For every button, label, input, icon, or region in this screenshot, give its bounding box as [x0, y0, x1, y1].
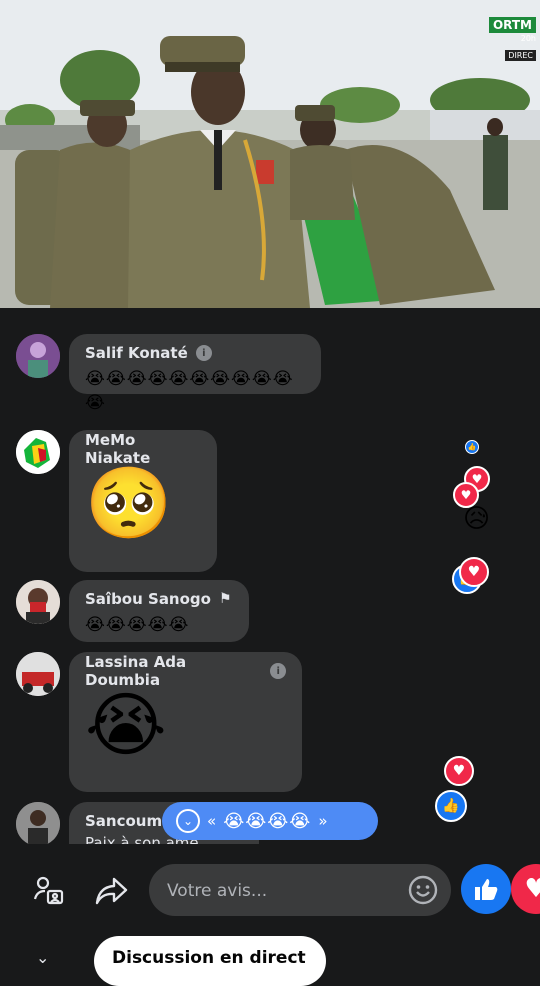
mali-map-avatar — [16, 430, 60, 474]
info-icon[interactable]: i — [270, 663, 286, 679]
live-badge: DIREC — [505, 50, 536, 61]
avatar-image — [16, 580, 60, 624]
avatar[interactable] — [16, 334, 60, 378]
share-profile-icon[interactable] — [32, 874, 66, 908]
comment-text: 😭😭😭😭😭 — [85, 615, 190, 635]
comment-bubble[interactable]: Salif Konaté i 😭😭😭😭😭😭😭😭😭😭😭 — [69, 334, 321, 413]
avatar[interactable] — [16, 430, 60, 474]
comment-text: 😭😭😭😭😭😭😭😭😭😭😭 — [85, 369, 294, 413]
love-button[interactable]: ♥ — [511, 864, 540, 914]
heart-reaction-icon: ♥ — [459, 557, 489, 587]
avatar[interactable] — [16, 580, 60, 624]
chevron-down-icon[interactable]: ⌄ — [36, 948, 49, 967]
thumbs-up-icon — [475, 879, 498, 900]
comment-author[interactable]: Sancoum — [85, 812, 162, 830]
video-frame — [0, 0, 540, 308]
flag-icon[interactable]: ⚑ — [219, 591, 232, 607]
live-video[interactable]: ORTM 20h DIREC — [0, 0, 540, 308]
emoji-picker-icon[interactable] — [407, 874, 439, 906]
avatar-image — [16, 334, 60, 378]
comments-list[interactable]: Salif Konaté i 😭😭😭😭😭😭😭😭😭😭😭 MeMo Niakate … — [0, 308, 540, 844]
pill-right-arrows: » — [318, 812, 328, 830]
pill-left-arrows: « — [207, 812, 217, 830]
like-reaction-icon: 👍 — [465, 440, 479, 454]
comment-author[interactable]: Saîbou Sanogo — [85, 590, 211, 608]
channel-logo: ORTM — [488, 17, 536, 33]
new-comments-pill[interactable]: ⌄ « 😭😭😭😭 » — [162, 802, 378, 840]
chevron-down-icon[interactable]: ⌄ — [176, 809, 200, 833]
comment-bubble[interactable]: MeMo Niakate 🥺 — [69, 430, 217, 572]
avatar[interactable] — [16, 802, 60, 844]
bottom-bar: ♥ ⌄ Discussion en direct — [0, 844, 540, 986]
sticker-emoji: 🥺 — [85, 462, 173, 544]
comment-bubble[interactable]: Saîbou Sanogo ⚑ 😭😭😭😭😭 — [69, 580, 249, 642]
heart-icon: ♥ — [524, 874, 540, 904]
channel-watermark: ORTM 20h DIREC — [488, 14, 536, 62]
channel-sub: 20h — [520, 34, 536, 43]
heart-reaction-icon: ♥ — [444, 756, 474, 786]
comment-bubble[interactable]: Lassina Ada Doumbia i 😭 — [69, 652, 302, 792]
sad-reaction-icon: 😥 — [463, 504, 491, 534]
comment-author[interactable]: Salif Konaté — [85, 344, 188, 362]
like-reaction-icon: 👍 — [435, 790, 467, 822]
like-button[interactable] — [461, 864, 511, 914]
avatar-image — [16, 652, 60, 696]
avatar[interactable] — [16, 652, 60, 696]
share-icon[interactable] — [94, 874, 128, 908]
comment-composer[interactable] — [149, 864, 451, 918]
pill-emojis: 😭😭😭😭 — [223, 810, 312, 832]
comment-input[interactable] — [165, 864, 399, 918]
live-discussion-button[interactable]: Discussion en direct — [94, 936, 326, 986]
avatar-image — [16, 802, 60, 844]
sticker-emoji: 😭 — [85, 684, 167, 766]
info-icon[interactable]: i — [195, 345, 212, 361]
